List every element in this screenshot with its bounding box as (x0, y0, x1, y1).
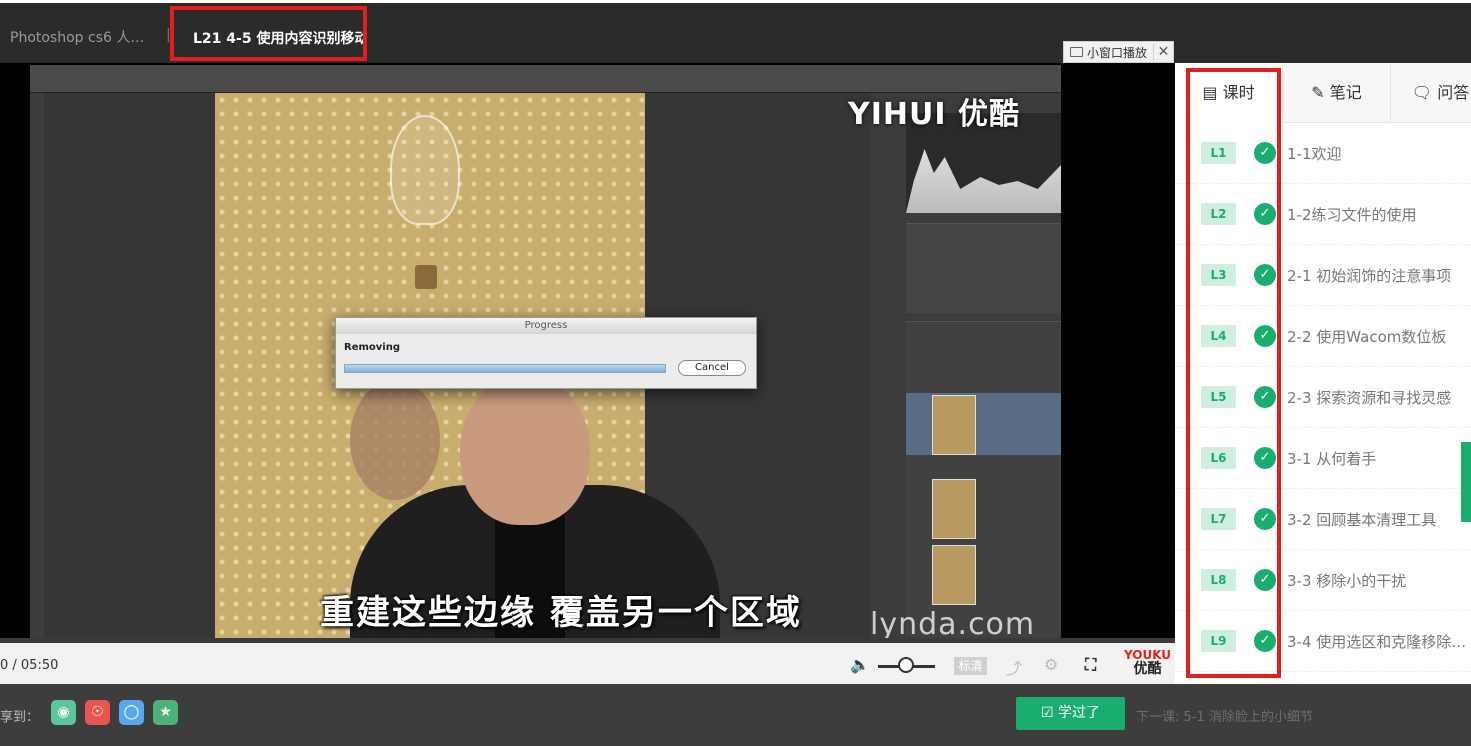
share-icon[interactable]: ⤴ (1006, 655, 1022, 679)
layer-thumbnail (932, 479, 976, 539)
lightbulb-image (390, 115, 460, 225)
top-bar: Photoshop cs6 人… | L21 4-5 使用内容识别移动. (0, 0, 1471, 63)
course-title-link[interactable]: Photoshop cs6 人… (10, 27, 144, 47)
progress-dialog: Progress Removing Cancel (335, 317, 757, 389)
lesson-title: 2-3 探索资源和寻找灵感 (1287, 389, 1452, 407)
ps-panels (870, 93, 1061, 638)
fullscreen-icon[interactable]: ⛶ (1085, 655, 1096, 675)
layer-thumbnail (932, 395, 976, 455)
check-icon: ✓ (1254, 264, 1276, 286)
check-icon: ✓ (1254, 203, 1276, 225)
lesson-badge: L9 (1201, 630, 1236, 652)
lesson-item[interactable]: L5 ✓ 2-3 探索资源和寻找灵感 (1175, 367, 1471, 428)
lesson-badge: L6 (1201, 447, 1236, 469)
mini-window-label: 小窗口播放 (1087, 45, 1148, 60)
lesson-title: 1-2练习文件的使用 (1287, 206, 1417, 224)
weibo-icon[interactable]: ☉ (85, 700, 110, 725)
selected-layer (906, 393, 1061, 455)
youku-brand-en: YOUKU (1124, 648, 1172, 662)
lesson-badge: L8 (1201, 569, 1236, 591)
lynda-watermark: lynda.com (870, 607, 1036, 638)
tab-label: 课时 (1222, 83, 1255, 102)
lesson-sidebar: ▤ 课时 ✎ 笔记 🗨 问答 L1 ✓ 1-1欢迎 L2 ✓ 1-2练习文件的使… (1175, 63, 1471, 684)
youku-brand: YOUKU 优酷 (1124, 648, 1171, 676)
dialog-title: Progress (336, 318, 756, 334)
lesson-title: 1-1欢迎 (1287, 145, 1342, 163)
qq-icon[interactable]: ◯ (119, 700, 144, 725)
share-label: 享到： (0, 710, 40, 725)
check-icon: ✓ (1254, 325, 1276, 347)
current-lesson-title: L21 4-5 使用内容识别移动. (170, 6, 367, 61)
lesson-title: 3-2 回顾基本清理工具 (1287, 511, 1437, 529)
dialog-message: Removing (344, 342, 400, 353)
video-player[interactable]: YIHUI 优酷 Progress Removing Cancel 重建这些边缘… (0, 63, 1175, 638)
lesson-badge: L4 (1201, 325, 1236, 347)
lightbulb-base (415, 265, 437, 289)
youku-brand-cn: 优酷 (1133, 661, 1162, 677)
lesson-title: 3-3 移除小的干扰 (1287, 572, 1407, 590)
check-icon: ✓ (1254, 569, 1276, 591)
man-head (460, 375, 590, 525)
lesson-item[interactable]: L2 ✓ 1-2练习文件的使用 (1175, 184, 1471, 245)
check-icon: ✓ (1254, 508, 1276, 530)
book-icon: ▤ (1202, 83, 1218, 102)
video-subtitle: 重建这些边缘 覆盖另一个区域 (320, 593, 802, 633)
lesson-badge: L7 (1201, 508, 1236, 530)
next-lesson-link[interactable]: 下一课: 5-1 消除脸上的小细节 (1136, 706, 1313, 725)
lesson-title: 3-1 从何着手 (1287, 450, 1377, 468)
layer-thumbnail (932, 545, 976, 605)
tab-notes[interactable]: ✎ 笔记 (1283, 63, 1391, 123)
share-bar: 享到： ◉ ☉ ◯ ★ ☑ 学过了 下一课: 5-1 消除脸上的小细节 (0, 684, 1471, 746)
lesson-item[interactable]: L1 ✓ 1-1欢迎 (1175, 123, 1471, 184)
layers-panel (906, 321, 1061, 638)
adjustments-panel (906, 223, 1061, 313)
lesson-title: 2-1 初始润饰的注意事项 (1287, 267, 1452, 285)
mini-window-play-button[interactable]: 小窗口播放 ✕ (1063, 41, 1174, 63)
check-icon: ✓ (1254, 447, 1276, 469)
check-icon: ✓ (1254, 142, 1276, 164)
learned-label: 学过了 (1058, 705, 1100, 721)
edit-icon: ✎ (1311, 83, 1325, 102)
lesson-item[interactable]: L9 ✓ 3-4 使用选区和克隆移除… (1175, 611, 1471, 672)
youku-logo-overlay: YIHUI 优酷 (848, 97, 1020, 132)
volume-icon[interactable]: 🔈 (850, 655, 870, 674)
tab-qa[interactable]: 🗨 问答 (1391, 63, 1471, 123)
sidebar-tabs: ▤ 课时 ✎ 笔记 🗨 问答 (1175, 63, 1471, 123)
gear-icon[interactable]: ⚙ (1044, 655, 1058, 674)
volume-knob[interactable] (898, 657, 914, 673)
learned-button[interactable]: ☑ 学过了 (1016, 697, 1125, 730)
player-controls: 0 / 05:50 🔈 标清 ⤴ ⚙ ⛶ YOUKU 优酷 (0, 638, 1175, 684)
feedback-tab[interactable] (1461, 442, 1471, 522)
check-icon: ✓ (1254, 630, 1276, 652)
lesson-badge: L1 (1201, 142, 1236, 164)
lesson-item[interactable]: L3 ✓ 2-1 初始润饰的注意事项 (1175, 245, 1471, 306)
tab-label: 问答 (1437, 83, 1470, 102)
close-icon[interactable]: ✕ (1153, 44, 1173, 60)
quality-button[interactable]: 标清 (954, 657, 987, 675)
tv-icon (1070, 47, 1083, 57)
ps-toolbox (30, 93, 44, 638)
check-square-icon: ☑ (1040, 705, 1054, 721)
lesson-item[interactable]: L8 ✓ 3-3 移除小的干扰 (1175, 550, 1471, 611)
check-icon: ✓ (1254, 386, 1276, 408)
chat-icon: 🗨 (1411, 83, 1433, 102)
tab-lessons[interactable]: ▤ 课时 (1175, 63, 1283, 123)
lesson-title: 2-2 使用Wacom数位板 (1287, 328, 1447, 346)
time-display: 0 / 05:50 (0, 658, 59, 673)
star-icon[interactable]: ★ (153, 700, 178, 725)
lesson-item[interactable]: L6 ✓ 3-1 从何着手 (1175, 428, 1471, 489)
wechat-icon[interactable]: ◉ (51, 700, 76, 725)
lesson-item[interactable]: L7 ✓ 3-2 回顾基本清理工具 (1175, 489, 1471, 550)
dialog-cancel-button: Cancel (678, 360, 746, 376)
lesson-item[interactable]: L4 ✓ 2-2 使用Wacom数位板 (1175, 306, 1471, 367)
tab-label: 笔记 (1329, 83, 1362, 102)
ghost-figure (350, 380, 440, 500)
lesson-badge: L5 (1201, 386, 1236, 408)
dialog-progress-bar (344, 364, 666, 373)
lesson-badge: L2 (1201, 203, 1236, 225)
lesson-title: 3-4 使用选区和克隆移除… (1287, 633, 1467, 651)
lesson-badge: L3 (1201, 264, 1236, 286)
video-frame: YIHUI 优酷 Progress Removing Cancel 重建这些边缘… (30, 65, 1061, 638)
